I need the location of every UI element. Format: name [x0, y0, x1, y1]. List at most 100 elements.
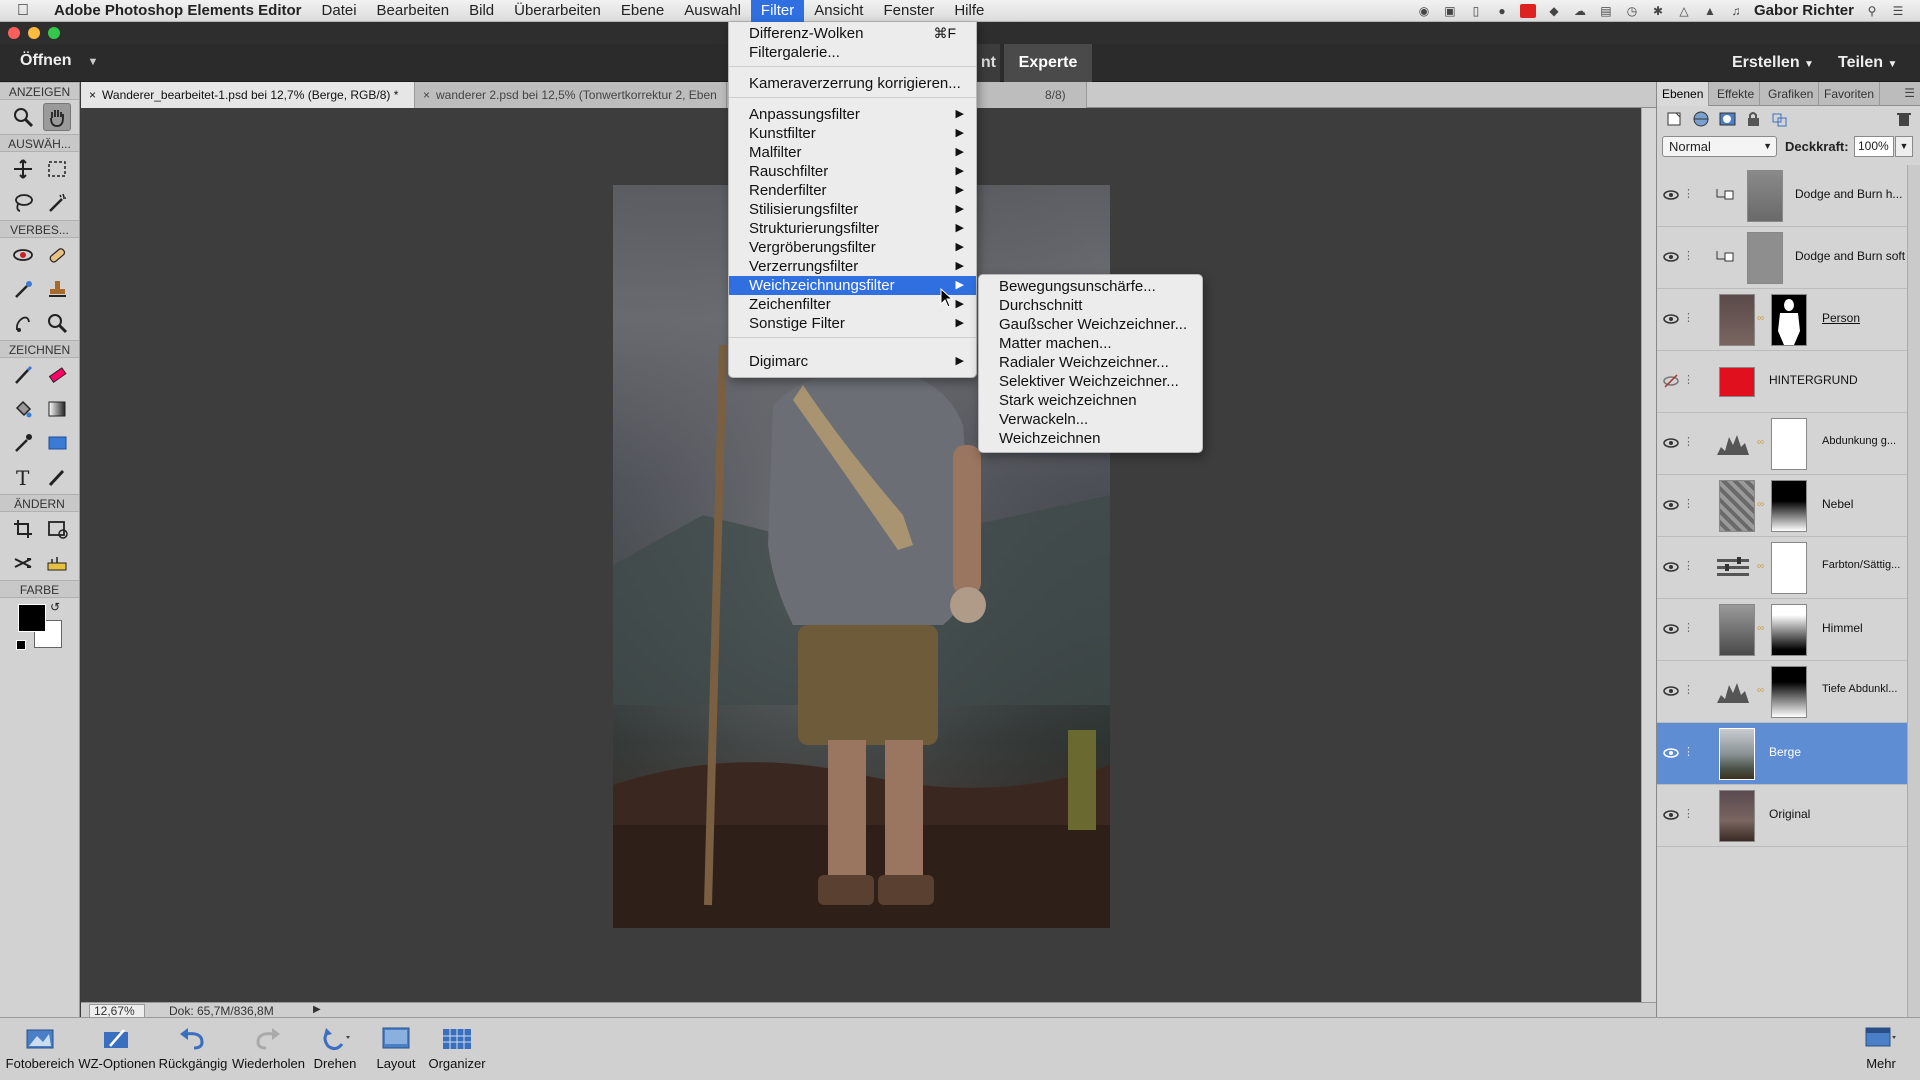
zoom-field[interactable]: 12,67% — [89, 1004, 145, 1018]
eye-icon[interactable] — [1663, 807, 1679, 823]
mode-tab-expert[interactable]: Experte — [1004, 44, 1092, 82]
apple-icon[interactable]:  — [0, 2, 46, 20]
layer-original[interactable]: ⋮ Original — [1657, 785, 1907, 847]
eyedropper-tool-icon[interactable] — [9, 429, 37, 457]
eye-icon[interactable] — [1663, 745, 1679, 761]
close-window-icon[interactable] — [8, 27, 20, 39]
eye-icon[interactable] — [1663, 497, 1679, 513]
blur-tool-icon[interactable] — [9, 309, 37, 337]
display-icon[interactable]: ▤ — [1598, 4, 1614, 18]
crop-tool-icon[interactable] — [9, 515, 37, 543]
layout-button[interactable]: Layout — [368, 1024, 424, 1071]
menu-item-bewegungsunschaerfe[interactable]: Bewegungsunschärfe... — [979, 277, 1202, 296]
layer-himmel[interactable]: ⋮ ∞ Himmel — [1657, 599, 1907, 661]
clone-stamp-tool-icon[interactable] — [43, 275, 71, 303]
menu-item-stilisierungsfilter[interactable]: Stilisierungsfilter ▶ — [729, 200, 976, 219]
minimize-window-icon[interactable] — [28, 27, 40, 39]
eye-icon[interactable] — [1663, 621, 1679, 637]
menu-ebene[interactable]: Ebene — [611, 0, 674, 22]
menu-item-kunstfilter[interactable]: Kunstfilter ▶ — [729, 124, 976, 143]
magic-wand-tool-icon[interactable] — [43, 189, 71, 217]
app-name-menu[interactable]: Adobe Photoshop Elements Editor — [46, 2, 312, 19]
undo-button[interactable]: Rückgängig — [158, 1024, 228, 1071]
menu-item-zeichenfilter[interactable]: Zeichenfilter ▶ — [729, 295, 976, 314]
doc-tab-wanderer-bearbeitet[interactable]: × Wanderer_bearbeitet-1.psd bei 12,7% (Be… — [81, 82, 415, 108]
cloud-icon[interactable]: ☁ — [1572, 4, 1588, 18]
menu-auswahl[interactable]: Auswahl — [674, 0, 751, 22]
trash-icon[interactable] — [1895, 111, 1913, 127]
eye-icon[interactable] — [1663, 311, 1679, 327]
lock-all-icon[interactable] — [1771, 111, 1789, 127]
move-tool-icon[interactable] — [9, 155, 37, 183]
marquee-tool-icon[interactable] — [43, 155, 71, 183]
tab-grafiken[interactable]: Grafiken — [1763, 82, 1820, 106]
menu-item-renderfilter[interactable]: Renderfilter ▶ — [729, 181, 976, 200]
menu-item-matter-machen[interactable]: Matter machen... — [979, 334, 1202, 353]
layer-berge[interactable]: ⋮ Berge — [1657, 723, 1907, 785]
menu-item-weichzeichnungsfilter[interactable]: Weichzeichnungsfilter ▶ — [729, 276, 976, 295]
layer-dodge-burn-h[interactable]: ⋮ Dodge and Burn h... — [1657, 165, 1907, 227]
eye-icon[interactable] — [1663, 435, 1679, 451]
screen-icon[interactable]: ▣ — [1442, 4, 1458, 18]
menu-item-rauschfilter[interactable]: Rauschfilter ▶ — [729, 162, 976, 181]
foreground-color-swatch[interactable] — [18, 604, 46, 632]
tab-ebenen[interactable]: Ebenen — [1657, 82, 1710, 106]
layer-farbton-saettigung[interactable]: ⋮ ∞ Farbton/Sättig... — [1657, 537, 1907, 599]
eye-icon[interactable] — [1663, 559, 1679, 575]
straighten-tool-icon[interactable] — [43, 549, 71, 577]
more-button[interactable]: Mehr — [1856, 1024, 1906, 1071]
notification-icon[interactable]: ☰ — [1890, 4, 1906, 18]
swap-colors-icon[interactable]: ↺ — [50, 600, 60, 614]
eye-icon[interactable] — [1663, 187, 1679, 203]
menu-bearbeiten[interactable]: Bearbeiten — [367, 0, 460, 22]
menu-item-stark-weichzeichnen[interactable]: Stark weichzeichnen — [979, 391, 1202, 410]
gradient-tool-icon[interactable] — [43, 395, 71, 423]
mask-link-icon[interactable]: ∞ — [1757, 623, 1765, 637]
volume-icon[interactable]: ♫ — [1728, 4, 1744, 18]
evernote-icon[interactable]: ● — [1494, 4, 1510, 18]
layer-nebel[interactable]: ⋮ ∞ Nebel — [1657, 475, 1907, 537]
mask-link-icon[interactable]: ∞ — [1757, 561, 1765, 575]
menu-ansicht[interactable]: Ansicht — [804, 0, 873, 22]
spotlight-icon[interactable]: ⚲ — [1864, 4, 1880, 18]
redo-button[interactable]: Wiederholen — [232, 1024, 305, 1071]
menu-item-vergroeberungsfilter[interactable]: Vergröberungsfilter ▶ — [729, 238, 976, 257]
hand-tool-icon[interactable] — [42, 103, 71, 131]
type-tool-icon[interactable]: T — [9, 463, 37, 491]
menu-item-verzerrungsfilter[interactable]: Verzerrungsfilter ▶ — [729, 257, 976, 276]
menu-item-differenz-wolken[interactable]: Differenz-Wolken ⌘F — [729, 24, 976, 43]
close-tab-icon[interactable]: × — [423, 88, 430, 102]
opacity-dropdown-icon[interactable]: ▼ — [1895, 136, 1913, 157]
menu-datei[interactable]: Datei — [312, 0, 367, 22]
rotate-button[interactable]: Drehen — [306, 1024, 364, 1071]
tool-options-button[interactable]: WZ-Optionen — [78, 1024, 156, 1071]
layer-abdunkung[interactable]: ⋮ ∞ Abdunkung g... — [1657, 413, 1907, 475]
opacity-field[interactable]: 100% — [1854, 136, 1894, 157]
menu-hilfe[interactable]: Hilfe — [944, 0, 994, 22]
new-layer-icon[interactable] — [1666, 111, 1684, 127]
eraser-tool-icon[interactable] — [43, 361, 71, 389]
mask-link-icon[interactable]: ∞ — [1757, 313, 1765, 327]
menu-bild[interactable]: Bild — [459, 0, 504, 22]
mask-link-icon[interactable]: ∞ — [1757, 499, 1765, 513]
adjustment-layer-icon[interactable] — [1693, 111, 1711, 127]
sponge-tool-icon[interactable] — [43, 309, 71, 337]
organizer-button[interactable]: Organizer — [426, 1024, 488, 1071]
user-name[interactable]: Gabor Richter — [1754, 2, 1854, 19]
shape-tool-icon[interactable] — [43, 429, 71, 457]
mask-link-icon[interactable]: ∞ — [1757, 685, 1765, 699]
spot-healing-tool-icon[interactable] — [43, 241, 71, 269]
menu-item-filtergalerie[interactable]: Filtergalerie... — [729, 43, 976, 62]
layer-tiefe-abdunklung[interactable]: ⋮ ∞ Tiefe Abdunkl... — [1657, 661, 1907, 723]
zoom-tool-icon[interactable] — [9, 103, 37, 131]
layer-hintergrund[interactable]: ⋮ HINTERGRUND — [1657, 351, 1907, 413]
default-colors-icon[interactable] — [16, 640, 26, 650]
menu-item-malfilter[interactable]: Malfilter ▶ — [729, 143, 976, 162]
menu-filter[interactable]: Filter — [750, 0, 805, 22]
menu-item-radialer-weichzeichner[interactable]: Radialer Weichzeichner... — [979, 353, 1202, 372]
lasso-tool-icon[interactable] — [9, 189, 37, 217]
lock-icon[interactable] — [1745, 111, 1763, 127]
mask-link-icon[interactable]: ∞ — [1757, 437, 1765, 451]
zoom-window-icon[interactable] — [48, 27, 60, 39]
eye-icon[interactable] — [1663, 683, 1679, 699]
